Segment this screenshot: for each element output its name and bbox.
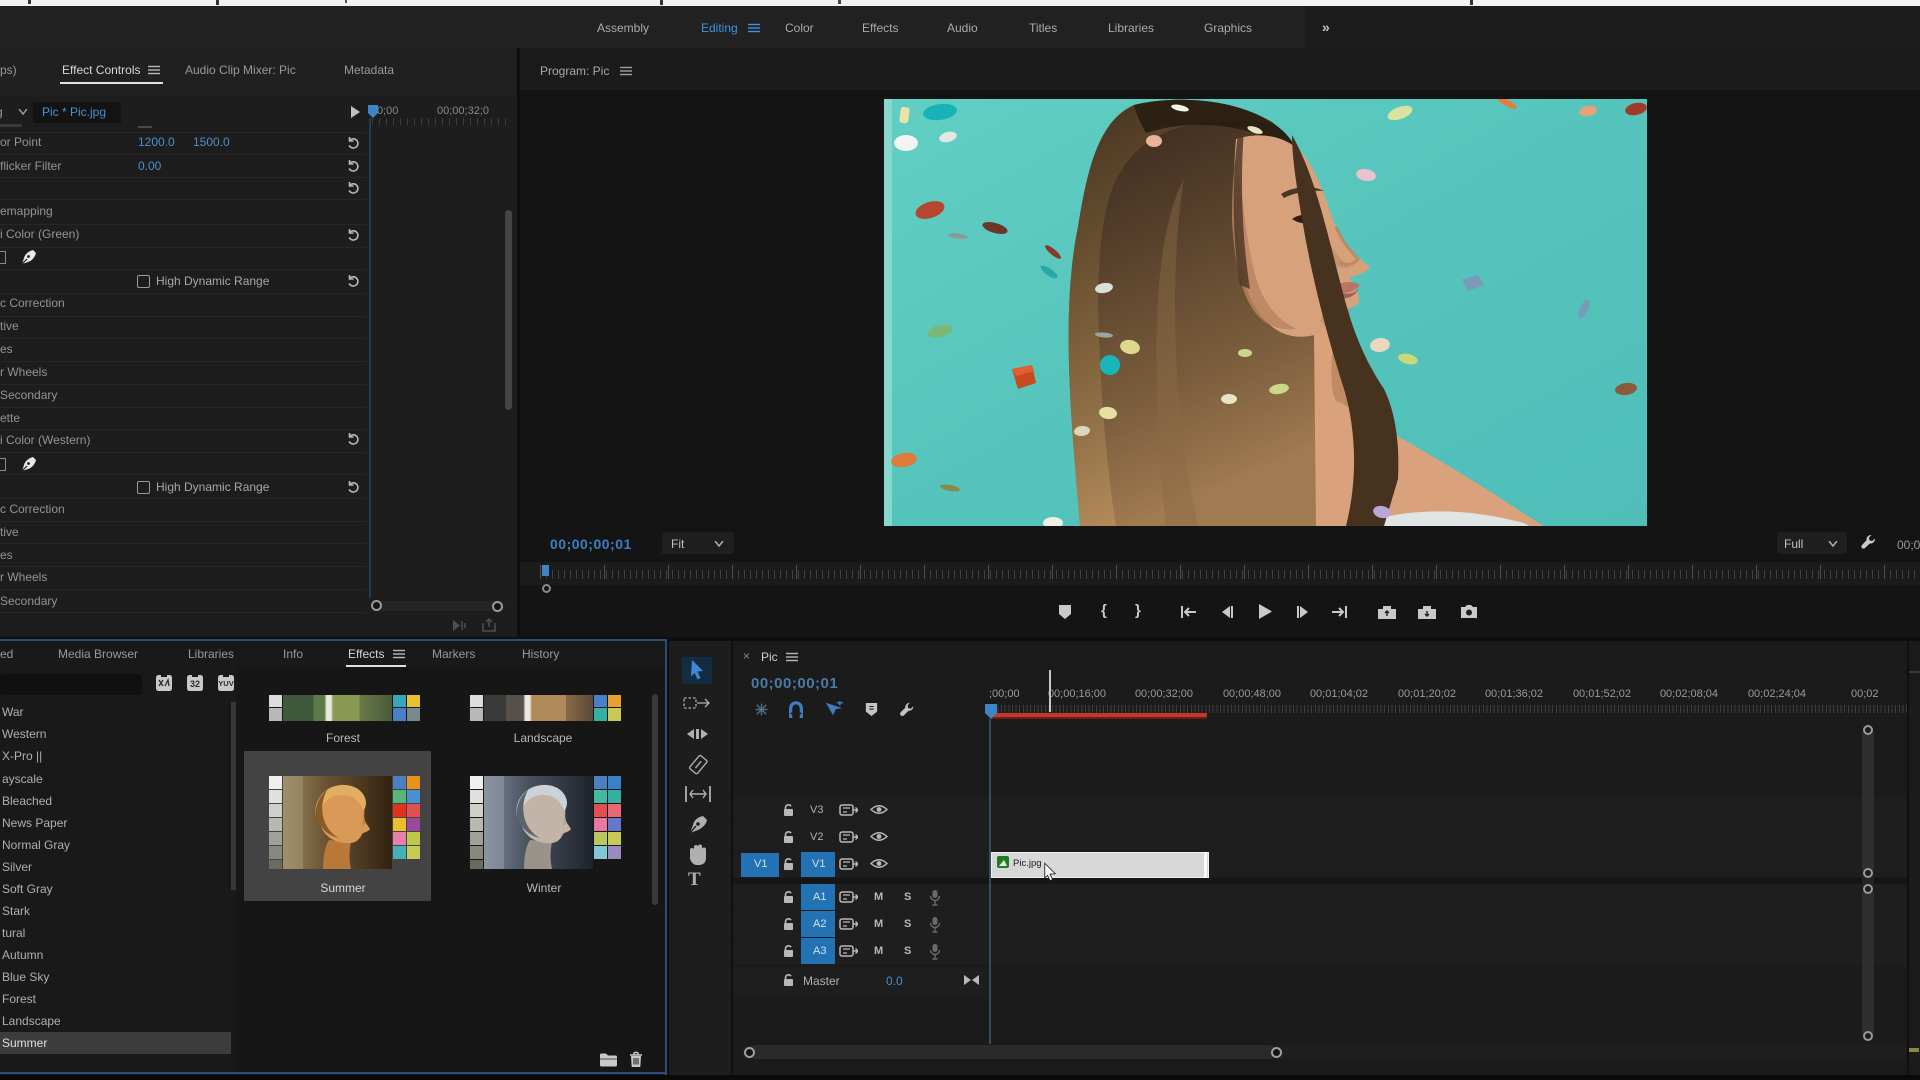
svg-text:32: 32 xyxy=(190,679,200,689)
svg-text:YUV: YUV xyxy=(218,679,233,688)
